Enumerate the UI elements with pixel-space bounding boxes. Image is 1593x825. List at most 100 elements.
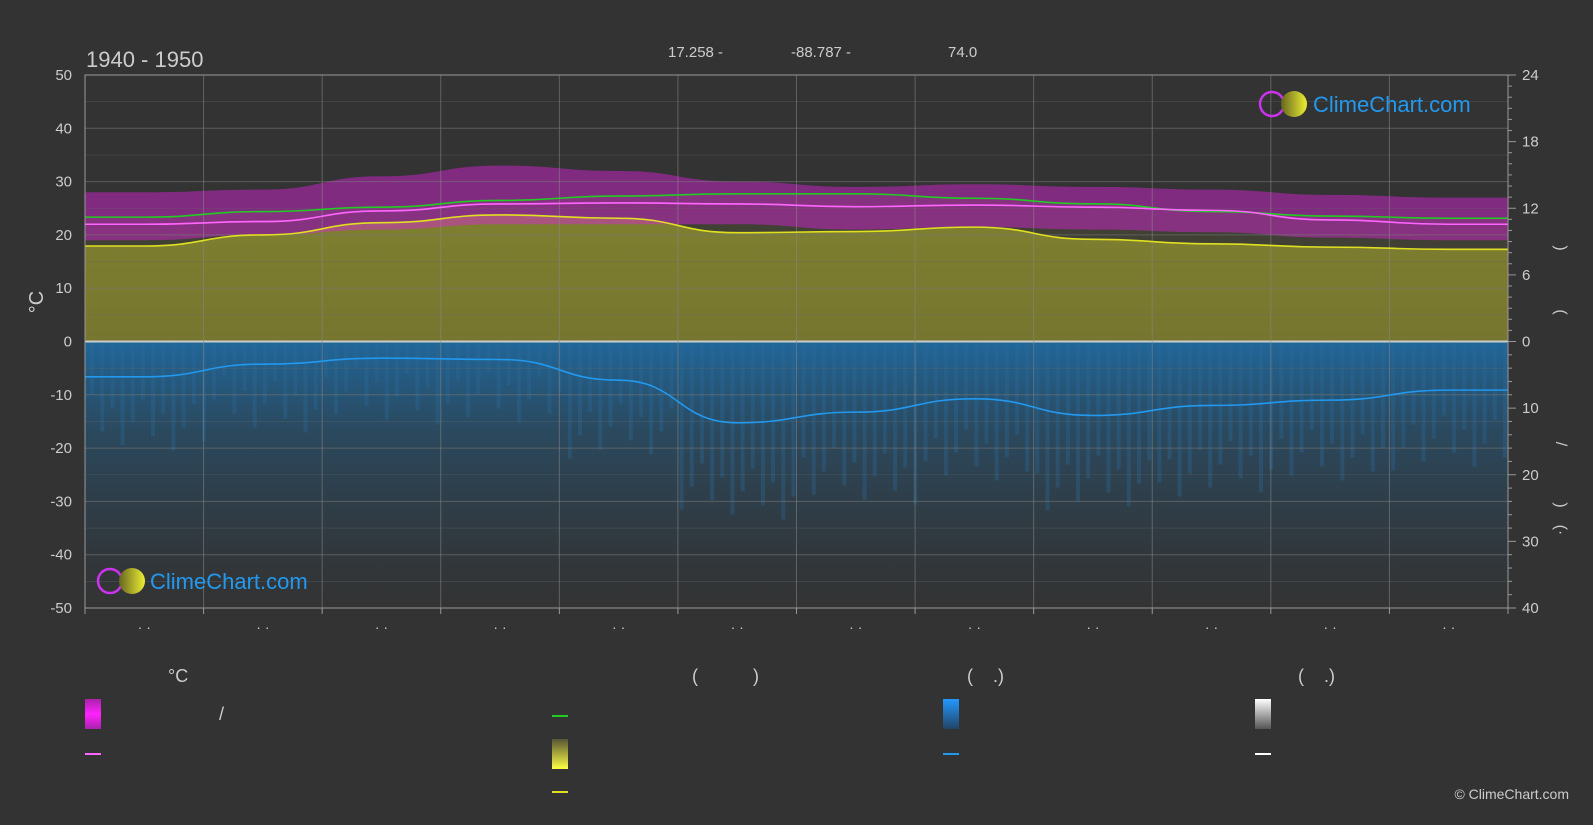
legend-header-rain: ( .) xyxy=(967,666,1004,686)
month-label: · · xyxy=(1442,619,1455,635)
rain-streak xyxy=(1482,341,1487,444)
rain-streak xyxy=(486,341,491,372)
longitude-label: -88.787 - xyxy=(791,44,851,61)
rain-streak xyxy=(679,341,684,510)
rain-streak xyxy=(130,341,135,423)
rain-streak xyxy=(1218,341,1223,465)
rain-streak xyxy=(120,341,125,446)
rain-streak xyxy=(811,341,816,495)
rain-streak xyxy=(1197,341,1202,451)
rain-streak xyxy=(994,341,999,481)
rain-streak xyxy=(689,341,694,487)
rain-streak xyxy=(710,341,715,501)
climate-chart: 50 40 30 20 10 0 -10 -20 -30 -40 -50 24 18 12 6 0 10 20 30… xyxy=(26,44,1569,793)
rain-streak xyxy=(1157,341,1162,483)
rain-streak xyxy=(374,341,379,383)
legend-header-sunshine: ( ) xyxy=(692,666,759,686)
rain-streak xyxy=(1065,341,1070,465)
rain-streak xyxy=(252,341,257,428)
rain-streak xyxy=(1411,341,1416,425)
rain-streak xyxy=(618,341,623,404)
rain-streak xyxy=(496,341,501,409)
rain-streak xyxy=(151,341,156,437)
rain-streak xyxy=(110,341,115,409)
right-tick-label: 0 xyxy=(1522,334,1530,351)
rain-streak xyxy=(954,341,959,453)
left-tick-label: 40 xyxy=(55,120,72,137)
rain-streak xyxy=(649,341,654,455)
rain-streak xyxy=(740,341,745,492)
rain-streak xyxy=(516,341,521,423)
right-tick-label: 30 xyxy=(1522,533,1539,550)
month-label: · · xyxy=(138,619,151,635)
logo-text-top: ClimeChart.com xyxy=(1313,92,1471,117)
rain-streak xyxy=(415,341,420,411)
logo-bottom: ClimeChart.com xyxy=(96,567,308,595)
rain-streak xyxy=(537,341,542,377)
rain-streak xyxy=(1116,341,1121,470)
month-label: · · xyxy=(1086,619,1099,635)
copyright: © ClimeChart.com xyxy=(1454,786,1569,802)
rain-streak xyxy=(1004,341,1009,458)
latitude-label: 17.258 - xyxy=(668,44,723,61)
left-tick-label: 0 xyxy=(64,334,72,351)
rain-streak xyxy=(1492,341,1497,421)
rain-streak xyxy=(1248,341,1253,456)
month-label: · · xyxy=(375,619,388,635)
left-tick-label: 20 xyxy=(55,227,72,244)
month-label: · · xyxy=(612,619,625,635)
left-tick-label: -30 xyxy=(50,493,72,510)
right-axis-label-a: ) xyxy=(1552,245,1569,250)
rain-streak xyxy=(547,341,552,414)
rain-streak xyxy=(334,341,339,415)
left-tick-label: 10 xyxy=(55,280,72,297)
rain-streak xyxy=(344,341,349,392)
left-tick-label: 30 xyxy=(55,174,72,191)
rain-streak xyxy=(801,341,806,458)
rain-streak xyxy=(466,341,471,418)
rain-streak xyxy=(1289,341,1294,476)
left-tick-label: -50 xyxy=(50,600,72,617)
rain-streak xyxy=(140,341,145,400)
rain-streak xyxy=(364,341,369,406)
month-label: · · xyxy=(493,619,506,635)
logo-ring-icon xyxy=(1258,90,1286,118)
rain-streak xyxy=(1228,341,1233,442)
rain-streak xyxy=(598,341,603,450)
right-tick-label: 40 xyxy=(1522,600,1539,617)
left-tick-label: 50 xyxy=(55,67,72,84)
month-label: · · xyxy=(1324,619,1337,635)
rain-streak xyxy=(1096,341,1101,456)
rain-streak xyxy=(750,341,755,469)
rain-streak xyxy=(1106,341,1111,493)
rain-streak xyxy=(1299,341,1304,453)
rain-streak xyxy=(1370,341,1375,472)
rain-streak xyxy=(1126,341,1131,507)
rain-streak xyxy=(923,341,928,462)
rain-streak xyxy=(1086,341,1091,479)
rain-streak xyxy=(1045,341,1050,511)
rain-streak xyxy=(425,341,430,388)
rain-streak xyxy=(527,341,532,400)
rain-streak xyxy=(943,341,948,476)
logo-sun-icon xyxy=(119,568,145,594)
rain-streak xyxy=(638,341,643,418)
legend-header-temperature: °C xyxy=(168,666,189,686)
rain-streak xyxy=(384,341,389,420)
rain-streak xyxy=(588,341,593,413)
rain-streak xyxy=(1015,341,1020,435)
rain-streak xyxy=(161,341,166,414)
rain-streak xyxy=(608,341,613,427)
left-tick-label: -20 xyxy=(50,440,72,457)
rain-streak xyxy=(1208,341,1213,488)
legend-swatch-rain xyxy=(943,699,959,729)
logo-sun-icon xyxy=(1281,91,1307,117)
rain-streak xyxy=(1055,341,1060,488)
rain-streak xyxy=(212,341,217,400)
rain-streak xyxy=(445,341,450,404)
logo-top: ClimeChart.com xyxy=(1258,90,1471,118)
rain-streak xyxy=(1238,341,1243,479)
chart-title: 1940 - 1950 xyxy=(86,47,203,72)
rain-streak xyxy=(1147,341,1152,461)
rain-streak xyxy=(171,341,176,451)
